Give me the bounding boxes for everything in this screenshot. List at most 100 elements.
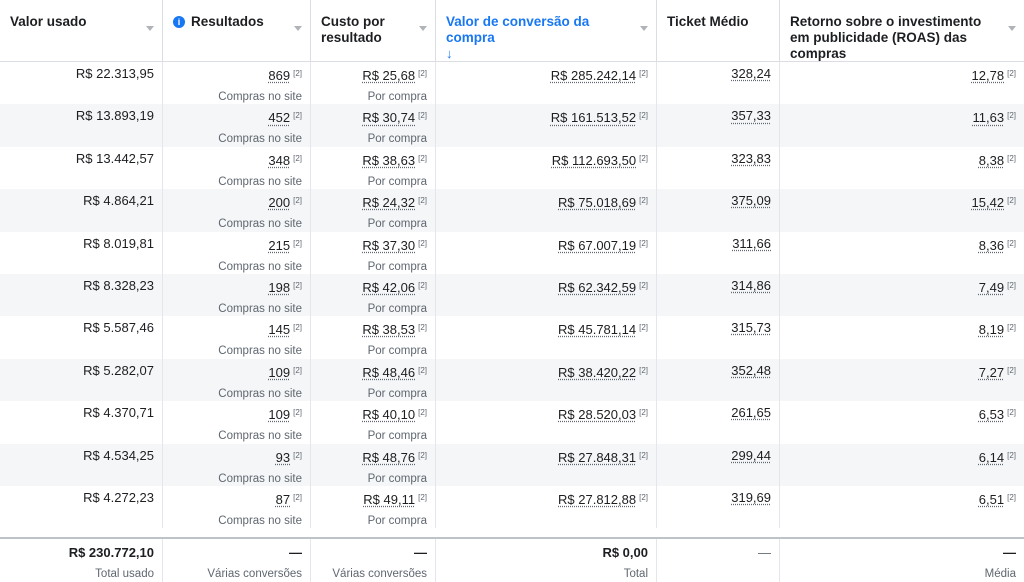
cell-ticket[interactable]: 261,65	[657, 401, 780, 444]
cell-ticket[interactable]: 357,33	[657, 104, 780, 147]
cell-cost-per-result[interactable]: R$ 37,30 [2] Por compra	[311, 231, 436, 274]
note-marker[interactable]: [2]	[1007, 323, 1016, 332]
note-marker[interactable]: [2]	[639, 408, 648, 417]
note-marker[interactable]: [2]	[639, 111, 648, 120]
note-marker[interactable]: [2]	[639, 154, 648, 163]
note-marker[interactable]: [2]	[639, 493, 648, 502]
note-marker[interactable]: [2]	[418, 366, 427, 375]
cell-ticket[interactable]: 311,66	[657, 231, 780, 274]
note-marker[interactable]: [2]	[639, 196, 648, 205]
cell-cost-per-result[interactable]: R$ 40,10 [2] Por compra	[311, 401, 436, 444]
cell-conversion-value[interactable]: R$ 75.018,69 [2]	[436, 189, 657, 232]
note-marker[interactable]: [2]	[418, 323, 427, 332]
cell-conversion-value[interactable]: R$ 27.848,31 [2]	[436, 443, 657, 486]
cell-roas[interactable]: 15,42 [2]	[780, 189, 1024, 231]
cell-results[interactable]: 452 [2] Compras no site	[163, 104, 311, 147]
note-marker[interactable]: [2]	[293, 408, 302, 417]
cell-cost-per-result[interactable]: R$ 30,74 [2] Por compra	[311, 104, 436, 147]
note-marker[interactable]: [2]	[293, 366, 302, 375]
table-row[interactable]: R$ 5.282,07 109 [2] Compras no site R$ 48,46…	[0, 358, 1024, 402]
cell-results[interactable]: 87 [2] Compras no site	[163, 485, 311, 529]
cell-cost-per-result[interactable]: R$ 48,46 [2] Por compra	[311, 358, 436, 402]
cell-results[interactable]: 145 [2] Compras no site	[163, 316, 311, 359]
note-marker[interactable]: [2]	[1007, 154, 1016, 163]
note-marker[interactable]: [2]	[1007, 196, 1016, 205]
cell-results[interactable]: 869 [2] Compras no site	[163, 62, 311, 105]
cell-conversion-value[interactable]: R$ 62.342,59 [2]	[436, 273, 657, 317]
table-row[interactable]: R$ 13.893,19 452 [2] Compras no site R$ 30,7…	[0, 104, 1024, 147]
column-header-valor-conversao[interactable]: Valor de conversão da compra ↓	[436, 0, 657, 62]
chevron-down-icon[interactable]	[1008, 26, 1016, 31]
cell-roas[interactable]: 8,19 [2]	[780, 316, 1024, 358]
chevron-down-icon[interactable]	[146, 26, 154, 31]
note-marker[interactable]: [2]	[639, 281, 648, 290]
cell-results[interactable]: 215 [2] Compras no site	[163, 231, 311, 274]
info-icon[interactable]: i	[173, 16, 185, 28]
chevron-down-icon[interactable]	[419, 26, 427, 31]
note-marker[interactable]: [2]	[418, 154, 427, 163]
cell-roas[interactable]: 11,63 [2]	[780, 104, 1024, 146]
note-marker[interactable]: [2]	[418, 69, 427, 78]
cell-cost-per-result[interactable]: R$ 38,63 [2] Por compra	[311, 146, 436, 190]
note-marker[interactable]: [2]	[418, 111, 427, 120]
note-marker[interactable]: [2]	[639, 239, 648, 248]
note-marker[interactable]: [2]	[293, 323, 302, 332]
cell-results[interactable]: 93 [2] Compras no site	[163, 443, 311, 486]
cell-results[interactable]: 109 [2] Compras no site	[163, 401, 311, 444]
table-row[interactable]: R$ 4.534,25 93 [2] Compras no site R$ 48,76[…	[0, 443, 1024, 486]
cell-conversion-value[interactable]: R$ 27.812,88 [2]	[436, 485, 657, 529]
cell-cost-per-result[interactable]: R$ 49,11 [2] Por compra	[311, 485, 436, 529]
cell-conversion-value[interactable]: R$ 285.242,14 [2]	[436, 62, 657, 105]
cell-roas[interactable]: 7,49 [2]	[780, 274, 1024, 316]
cell-results[interactable]: 109 [2] Compras no site	[163, 358, 311, 402]
cell-roas[interactable]: 12,78 [2]	[780, 62, 1024, 104]
cell-cost-per-result[interactable]: R$ 25,68 [2] Por compra	[311, 62, 436, 105]
cell-roas[interactable]: 6,51 [2]	[780, 486, 1024, 528]
note-marker[interactable]: [2]	[1007, 493, 1016, 502]
note-marker[interactable]: [2]	[1007, 69, 1016, 78]
note-marker[interactable]: [2]	[418, 408, 427, 417]
cell-cost-per-result[interactable]: R$ 48,76 [2] Por compra	[311, 443, 436, 486]
note-marker[interactable]: [2]	[293, 154, 302, 163]
column-header-custo-por-resultado[interactable]: Custo por resultado	[311, 0, 436, 62]
table-row[interactable]: R$ 8.019,81 215 [2] Compras no site R$ 37,30…	[0, 231, 1024, 274]
cell-cost-per-result[interactable]: R$ 42,06 [2] Por compra	[311, 273, 436, 317]
note-marker[interactable]: [2]	[639, 366, 648, 375]
note-marker[interactable]: [2]	[293, 239, 302, 248]
cell-results[interactable]: 198 [2] Compras no site	[163, 273, 311, 317]
table-row[interactable]: R$ 5.587,46 145 [2] Compras no site R$ 38,53…	[0, 316, 1024, 359]
column-header-valor-usado[interactable]: Valor usado	[0, 0, 163, 62]
column-header-ticket-medio[interactable]: Ticket Médio	[657, 0, 780, 62]
note-marker[interactable]: [2]	[1007, 239, 1016, 248]
note-marker[interactable]: [2]	[1007, 366, 1016, 375]
cell-roas[interactable]: 8,36 [2]	[780, 232, 1024, 274]
chevron-down-icon[interactable]	[640, 26, 648, 31]
cell-results[interactable]: 348 [2] Compras no site	[163, 146, 311, 190]
cell-ticket[interactable]: 299,44	[657, 443, 780, 486]
cell-ticket[interactable]: 375,09	[657, 189, 780, 232]
column-header-roas[interactable]: Retorno sobre o investimento em publicid…	[780, 0, 1024, 62]
cell-ticket[interactable]: 323,83	[657, 146, 780, 190]
note-marker[interactable]: [2]	[1007, 111, 1016, 120]
cell-ticket[interactable]: 315,73	[657, 316, 780, 359]
note-marker[interactable]: [2]	[293, 196, 302, 205]
cell-cost-per-result[interactable]: R$ 24,32 [2] Por compra	[311, 189, 436, 232]
cell-conversion-value[interactable]: R$ 161.513,52 [2]	[436, 104, 657, 147]
table-row[interactable]: R$ 4.272,23 87 [2] Compras no site R$ 49,11[…	[0, 485, 1024, 529]
cell-conversion-value[interactable]: R$ 112.693,50 [2]	[436, 146, 657, 190]
note-marker[interactable]: [2]	[639, 451, 648, 460]
cell-conversion-value[interactable]: R$ 38.420,22 [2]	[436, 358, 657, 402]
note-marker[interactable]: [2]	[418, 196, 427, 205]
note-marker[interactable]: [2]	[1007, 408, 1016, 417]
table-row[interactable]: R$ 13.442,57 348 [2] Compras no site R$ 38,6…	[0, 146, 1024, 190]
table-row[interactable]: R$ 4.864,21 200 [2] Compras no site R$ 24,32…	[0, 189, 1024, 232]
note-marker[interactable]: [2]	[418, 493, 427, 502]
cell-cost-per-result[interactable]: R$ 38,53 [2] Por compra	[311, 316, 436, 359]
note-marker[interactable]: [2]	[639, 323, 648, 332]
table-row[interactable]: R$ 22.313,95 869 [2] Compras no site R$ 25,6…	[0, 62, 1024, 105]
note-marker[interactable]: [2]	[418, 239, 427, 248]
note-marker[interactable]: [2]	[293, 493, 302, 502]
note-marker[interactable]: [2]	[293, 281, 302, 290]
cell-ticket[interactable]: 319,69	[657, 485, 780, 529]
cell-ticket[interactable]: 352,48	[657, 358, 780, 402]
